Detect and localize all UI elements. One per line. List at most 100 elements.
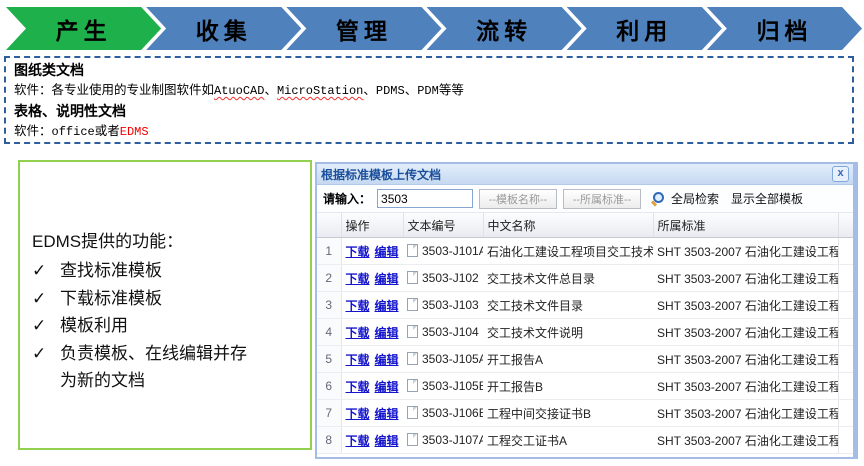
edms-feature-box: EDMS提供的功能： ✓查找标准模板✓下载标准模板✓模板利用✓负责模板、在线编辑… (18, 160, 312, 450)
template-name-combo[interactable]: --模板名称-- (479, 189, 557, 209)
flow-step-1: 产生 (6, 7, 161, 50)
notes-line-form-software: 软件：office或者EDMS (14, 121, 844, 142)
row-standard: SHT 3503-2007 石油化工建设工程项目交工... (653, 319, 838, 346)
standard-combo[interactable]: --所属标准-- (563, 189, 641, 209)
document-icon (407, 433, 418, 446)
row-number: 8 (317, 427, 341, 454)
edms-feature-item: ✓查找标准模板 (32, 257, 302, 285)
row-chinese-name: 工程交工证书A (483, 427, 653, 454)
row-actions: 下载编辑 (341, 292, 403, 319)
download-link[interactable]: 下载 (346, 272, 370, 286)
software-term-list: AtuoCAD、MicroStation、PDMS、PDM (214, 83, 439, 97)
row-code: 3503-J105B (403, 373, 483, 400)
global-search-button[interactable]: 全局检索 (671, 190, 719, 207)
row-chinese-name: 工程中间交接证书B (483, 400, 653, 427)
table-header-row: 操作 文本编号 中文名称 所属标准 (317, 213, 853, 238)
row-spacer (838, 346, 853, 373)
edit-link[interactable]: 编辑 (375, 380, 399, 394)
edit-link[interactable]: 编辑 (375, 434, 399, 448)
col-header-rownum (317, 213, 341, 238)
show-all-templates-button[interactable]: 显示全部模板 (731, 190, 803, 207)
table-row: 2 下载编辑 3503-J102交工技术文件总目录SHT 3503-2007 石油化… (317, 265, 853, 292)
edms-feature-title: EDMS提供的功能： (32, 228, 302, 255)
panel-toolbar: 请输入： --模板名称-- --所属标准-- 全局检索 显示全部模板 (317, 185, 853, 213)
row-number: 2 (317, 265, 341, 292)
edms-feature-text: 负责模板、在线编辑并存为新的文档 (60, 340, 252, 395)
download-link[interactable]: 下载 (346, 326, 370, 340)
col-header-name: 中文名称 (483, 213, 653, 238)
row-spacer (838, 238, 853, 265)
row-chinese-name: 石油化工建设工程项目交工技术文件封面A (483, 238, 653, 265)
row-actions: 下载编辑 (341, 319, 403, 346)
row-actions: 下载编辑 (341, 346, 403, 373)
edit-link[interactable]: 编辑 (375, 326, 399, 340)
document-icon (407, 271, 418, 284)
table-row: 3下载编辑3503-J103交工技术文件目录SHT 3503-2007 石油化工… (317, 292, 853, 319)
row-standard: SHT 3503-2007 石油化工建设工程项目交工... (653, 238, 838, 265)
edms-feature-text: 查找标准模板 (60, 257, 162, 285)
software-term: MicroStation (277, 84, 363, 98)
row-code: 3503-J102 (403, 265, 483, 292)
col-header-spacer (838, 213, 853, 238)
flow-step-5: 利用 (567, 7, 722, 50)
edms-feature-text: 模板利用 (60, 312, 128, 340)
document-type-notes: 图纸类文档 软件：各专业使用的专业制图软件如AtuoCAD、MicroStati… (4, 56, 854, 144)
template-upload-panel: 根据标准模板上传文档 x 请输入： --模板名称-- --所属标准-- 全局检索… (315, 162, 858, 459)
edit-link[interactable]: 编辑 (375, 272, 399, 286)
row-chinese-name: 交工技术文件说明 (483, 319, 653, 346)
table-row: 4下载编辑3503-J104交工技术文件说明SHT 3503-2007 石油化工… (317, 319, 853, 346)
row-chinese-name: 交工技术文件总目录 (483, 265, 653, 292)
row-spacer (838, 265, 853, 292)
row-number: 3 (317, 292, 341, 319)
download-link[interactable]: 下载 (346, 299, 370, 313)
software-line-prefix: 软件：各专业使用的专业制图软件如 (14, 83, 214, 97)
row-spacer (838, 319, 853, 346)
row-spacer (838, 427, 853, 454)
row-actions: 下载编辑 (341, 400, 403, 427)
row-code: 3503-J104 (403, 319, 483, 346)
download-link[interactable]: 下载 (346, 407, 370, 421)
row-spacer (838, 373, 853, 400)
edit-link[interactable]: 编辑 (375, 245, 399, 259)
edit-link[interactable]: 编辑 (375, 407, 399, 421)
form-line-middle: 或者 (95, 124, 120, 138)
edms-feature-list: ✓查找标准模板✓下载标准模板✓模板利用✓负责模板、在线编辑并存为新的文档 (32, 257, 302, 395)
checkmark-icon: ✓ (32, 340, 60, 395)
notes-heading-forms: 表格、说明性文档 (14, 101, 844, 121)
row-standard: SHT 3503-2007 石油化工建设工程项目交工... (653, 265, 838, 292)
row-code: 3503-J101A (403, 238, 483, 265)
software-line-suffix: 等等 (439, 83, 464, 97)
search-input[interactable] (377, 189, 473, 208)
template-table: 操作 文本编号 中文名称 所属标准 1下载编辑3503-J101A石油化工建设工… (317, 213, 853, 454)
row-code: 3503-J105A (403, 346, 483, 373)
download-link[interactable]: 下载 (346, 434, 370, 448)
row-spacer (838, 400, 853, 427)
download-link[interactable]: 下载 (346, 380, 370, 394)
close-icon[interactable]: x (832, 166, 849, 182)
document-icon (407, 244, 418, 257)
row-number: 4 (317, 319, 341, 346)
flow-step-3: 管理 (286, 7, 441, 50)
download-link[interactable]: 下载 (346, 245, 370, 259)
row-number: 6 (317, 373, 341, 400)
row-standard: SHT 3503-2007 石油化工建设工程项目交工... (653, 427, 838, 454)
row-chinese-name: 交工技术文件目录 (483, 292, 653, 319)
process-flow: 产生收集管理流转利用归档 (6, 7, 862, 50)
row-number: 5 (317, 346, 341, 373)
row-actions: 下载编辑 (341, 238, 403, 265)
software-term: PDM (417, 84, 439, 98)
edms-feature-text: 下载标准模板 (60, 285, 162, 313)
col-header-action: 操作 (341, 213, 403, 238)
office-term: office (52, 125, 95, 139)
download-link[interactable]: 下载 (346, 353, 370, 367)
edit-link[interactable]: 编辑 (375, 353, 399, 367)
row-actions: 下载编辑 (341, 373, 403, 400)
table-row: 5下载编辑3503-J105A开工报告ASHT 3503-2007 石油化工建设… (317, 346, 853, 373)
row-chinese-name: 开工报告B (483, 373, 653, 400)
row-actions: 下载编辑 (341, 427, 403, 454)
row-standard: SHT 3503-2007 石油化工建设工程项目交工... (653, 400, 838, 427)
edit-link[interactable]: 编辑 (375, 299, 399, 313)
edms-feature-item: ✓模板利用 (32, 312, 302, 340)
checkmark-icon: ✓ (32, 285, 60, 313)
magnifier-icon (651, 192, 665, 206)
